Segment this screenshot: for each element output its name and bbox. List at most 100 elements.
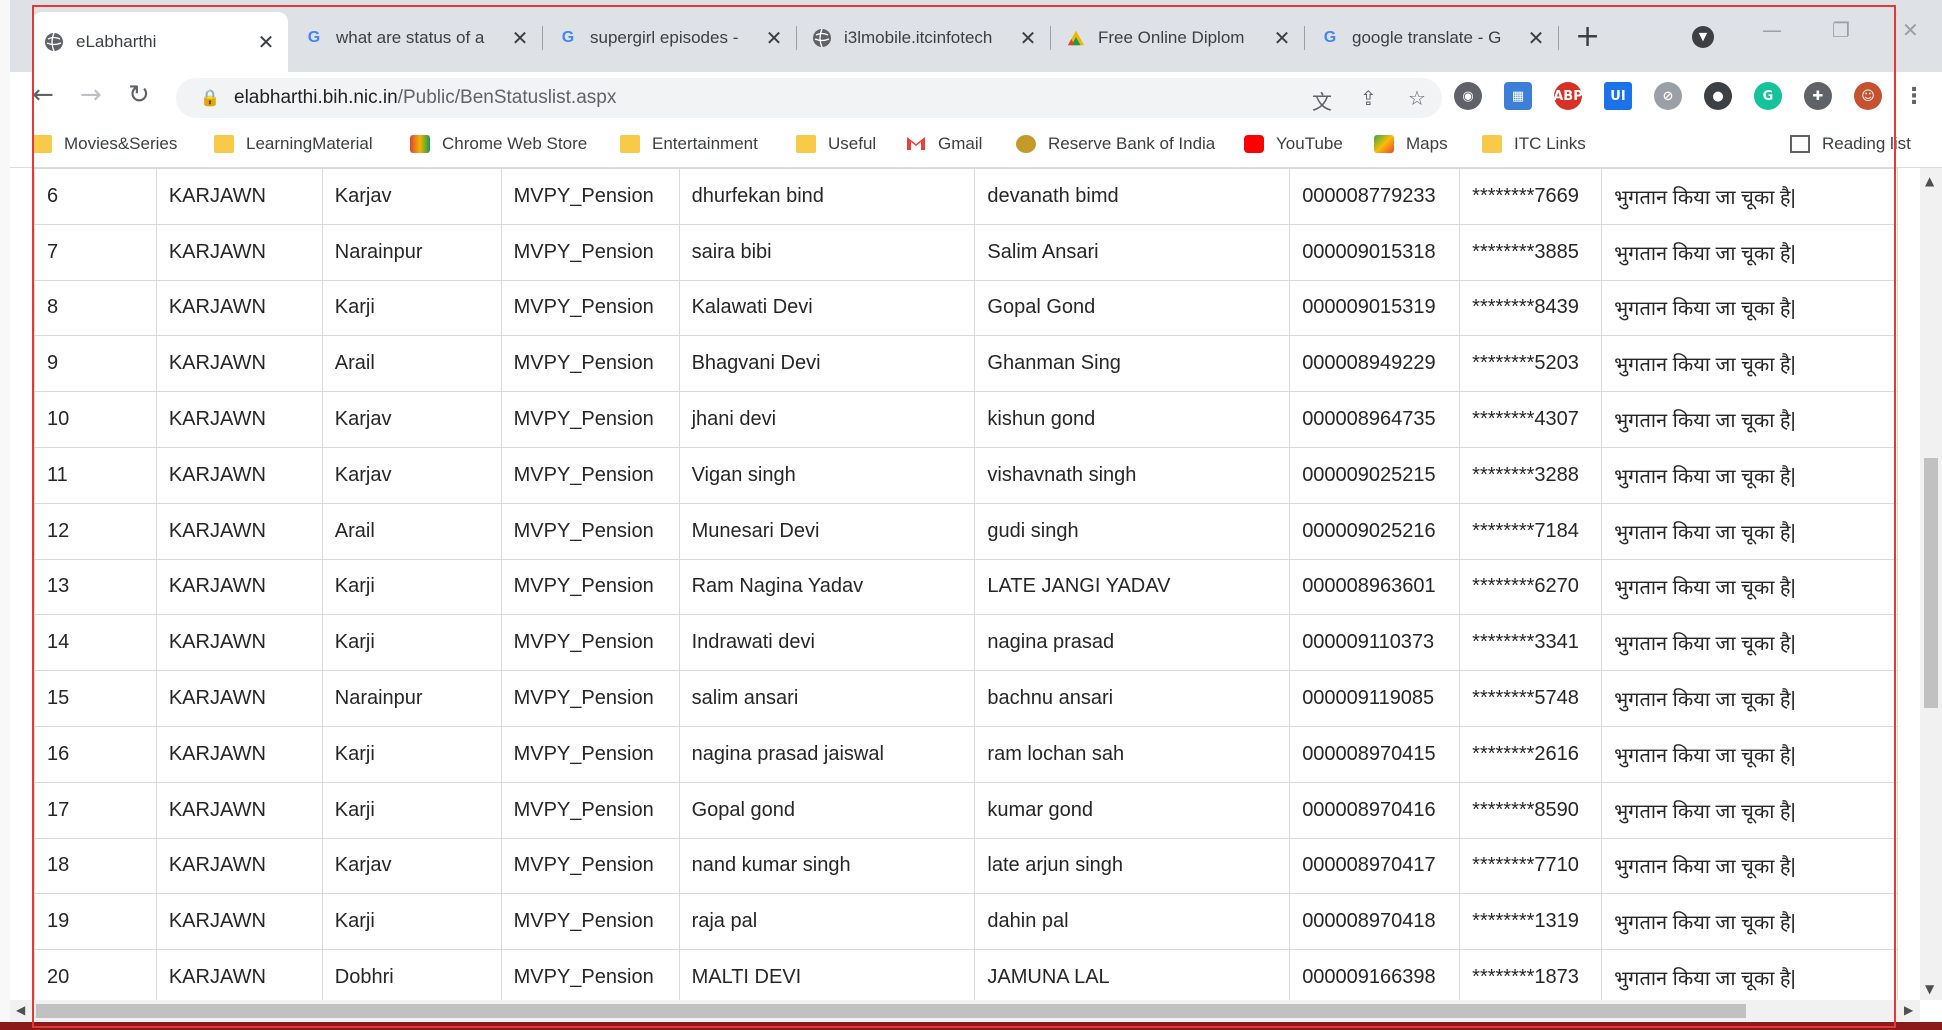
beneficiary-id-cell: 000008779233 bbox=[1289, 168, 1461, 225]
block-cell: KARJAWN bbox=[155, 558, 323, 616]
panchayat-cell: Karjav bbox=[321, 391, 502, 448]
rbi-icon bbox=[1016, 135, 1036, 153]
close-icon[interactable]: ✕ bbox=[510, 26, 530, 51]
panchayat-cell: Narainpur bbox=[321, 670, 502, 727]
horizontal-scrollbar[interactable]: ◀ ▶ bbox=[10, 1000, 1920, 1022]
scheme-cell: MVPY_Pension bbox=[500, 335, 680, 393]
camera-extension-icon[interactable]: ◉ bbox=[1454, 82, 1482, 110]
tab-title: what are status of a bbox=[336, 28, 485, 47]
block-cell: KARJAWN bbox=[155, 446, 323, 504]
vertical-scrollbar[interactable]: ▲ ▼ bbox=[1920, 168, 1942, 1000]
scheme-cell: MVPY_Pension bbox=[500, 614, 680, 672]
payment-status-cell: भुगतान किया जा चूका है| bbox=[1601, 725, 1898, 783]
vertical-scroll-thumb[interactable] bbox=[1924, 458, 1938, 708]
tab-search-button[interactable]: ▼ bbox=[1692, 26, 1714, 48]
bookmark-youtube[interactable]: YouTube bbox=[1244, 134, 1343, 154]
bookmark-chrome-web-store[interactable]: Chrome Web Store bbox=[410, 134, 587, 154]
block-cell: KARJAWN bbox=[155, 223, 323, 281]
tab-i3lmobile[interactable]: i3lmobile.itcinfotech ✕ bbox=[800, 12, 1050, 64]
minimize-button[interactable]: — bbox=[1762, 18, 1782, 42]
bookmark-star-icon[interactable]: ☆ bbox=[1408, 86, 1426, 110]
tab-google-supergirl[interactable]: G supergirl episodes - ✕ bbox=[546, 12, 796, 64]
bookmark-movies-series[interactable]: Movies&Series bbox=[32, 134, 177, 154]
scroll-down-arrow-icon[interactable]: ▼ bbox=[1925, 982, 1934, 996]
bookmark-reserve-bank[interactable]: Reserve Bank of India bbox=[1016, 134, 1215, 154]
payment-status-cell: भुगतान किया जा चूका है| bbox=[1601, 893, 1898, 951]
table-row: 20 KARJAWN Dobhri MVPY_Pension MALTI DEVI JAM… bbox=[34, 949, 1898, 1000]
globe-icon bbox=[812, 28, 832, 48]
tab-google-translate[interactable]: G google translate - G ✕ bbox=[1308, 12, 1558, 64]
tracker-extension-icon[interactable]: ● bbox=[1704, 82, 1732, 110]
row-number-cell: 9 bbox=[34, 335, 157, 393]
block-cell: KARJAWN bbox=[155, 391, 323, 448]
address-bar[interactable]: 🔒 elabharthi.bih.nic.in/Public/BenStatus… bbox=[176, 78, 1442, 118]
window-close-button[interactable]: ✕ bbox=[1902, 18, 1919, 42]
tab-google-status[interactable]: G what are status of a ✕ bbox=[292, 12, 542, 64]
beneficiary-name-cell: saira bibi bbox=[678, 223, 976, 281]
ui-extension-icon[interactable]: UI bbox=[1604, 82, 1632, 110]
beneficiary-name-cell: Ram Nagina Yadav bbox=[678, 558, 976, 616]
tab-title: google translate - G bbox=[1352, 28, 1502, 47]
new-tab-button[interactable]: + bbox=[1575, 22, 1600, 52]
beneficiary-id-cell: 000009166398 bbox=[1289, 949, 1461, 1000]
account-number-cell: ********3288 bbox=[1459, 446, 1603, 504]
puzzle-extensions-icon[interactable]: ✚ bbox=[1804, 82, 1832, 110]
forward-button[interactable]: → bbox=[80, 80, 102, 110]
profile-avatar[interactable]: ☺ bbox=[1854, 82, 1882, 110]
adblock-plus-icon[interactable]: ABP bbox=[1553, 82, 1583, 110]
beneficiary-name-cell: Munesari Devi bbox=[678, 502, 976, 560]
beneficiary-status-table: 6 KARJAWN Karjav MVPY_Pension dhurfekan bind… bbox=[34, 168, 1898, 1000]
bookmark-entertainment[interactable]: Entertainment bbox=[620, 134, 758, 154]
grammarly-icon[interactable]: G bbox=[1754, 82, 1782, 110]
maps-icon bbox=[1374, 135, 1394, 153]
close-icon[interactable]: ✕ bbox=[764, 26, 784, 51]
image-extension-icon[interactable]: ▦ bbox=[1504, 82, 1532, 110]
reading-list-button[interactable]: Reading list bbox=[1790, 134, 1911, 154]
menu-kebab-icon[interactable]: ⋮ bbox=[1900, 82, 1928, 110]
translate-icon[interactable]: 文 bbox=[1312, 86, 1332, 115]
table-row: 15 KARJAWN Narainpur MVPY_Pension salim ansa… bbox=[34, 670, 1898, 727]
bookmark-itc-links[interactable]: ITC Links bbox=[1482, 134, 1586, 154]
scroll-up-arrow-icon[interactable]: ▲ bbox=[1925, 174, 1934, 188]
scroll-right-arrow-icon[interactable]: ▶ bbox=[1904, 1003, 1913, 1017]
bookmark-gmail[interactable]: Gmail bbox=[906, 134, 982, 154]
tab-alison[interactable]: Free Online Diplom ✕ bbox=[1054, 12, 1304, 64]
payment-status-cell: भुगतान किया जा चूका है| bbox=[1601, 279, 1898, 337]
bookmark-learningmaterial[interactable]: LearningMaterial bbox=[214, 134, 373, 154]
close-icon[interactable]: ✕ bbox=[1526, 26, 1546, 51]
horizontal-scroll-thumb[interactable] bbox=[36, 1004, 1746, 1018]
beneficiary-name-cell: nand kumar singh bbox=[678, 837, 976, 895]
payment-status-cell: भुगतान किया जा चूका है| bbox=[1601, 446, 1898, 504]
close-icon[interactable]: ✕ bbox=[1272, 26, 1292, 51]
block-cell: KARJAWN bbox=[155, 279, 323, 337]
close-icon[interactable]: ✕ bbox=[256, 30, 276, 55]
window-edge bbox=[0, 0, 10, 1030]
tab-strip: eLabharthi ✕ G what are status of a ✕ G … bbox=[10, 0, 1942, 72]
payment-status-cell: भुगतान किया जा चूका है| bbox=[1601, 223, 1898, 281]
beneficiary-name-cell: nagina prasad jaiswal bbox=[678, 725, 976, 783]
panchayat-cell: Karji bbox=[321, 725, 502, 783]
share-icon[interactable]: ⇪ bbox=[1360, 86, 1377, 110]
extension-icon[interactable]: ⊘ bbox=[1654, 82, 1682, 110]
tab-elabharthi[interactable]: eLabharthi ✕ bbox=[32, 12, 288, 72]
block-cell: KARJAWN bbox=[155, 335, 323, 393]
restore-button[interactable]: ❐ bbox=[1832, 18, 1850, 42]
block-cell: KARJAWN bbox=[155, 670, 323, 727]
bookmark-label: Movies&Series bbox=[64, 134, 178, 153]
father-husband-name-cell: bachnu ansari bbox=[974, 670, 1291, 727]
bookmark-label: Chrome Web Store bbox=[442, 134, 588, 153]
reload-button[interactable]: ↻ bbox=[128, 80, 150, 110]
scroll-left-arrow-icon[interactable]: ◀ bbox=[16, 1003, 25, 1017]
url-host: elabharthi.bih.nic.in bbox=[234, 87, 398, 108]
payment-status-cell: भुगतान किया जा चूका है| bbox=[1601, 502, 1898, 560]
close-icon[interactable]: ✕ bbox=[1018, 26, 1038, 51]
payment-status-cell: भुगतान किया जा चूका है| bbox=[1601, 558, 1898, 616]
account-number-cell: ********5203 bbox=[1459, 335, 1603, 393]
father-husband-name-cell: nagina prasad bbox=[974, 614, 1291, 672]
account-number-cell: ********6270 bbox=[1459, 558, 1603, 616]
back-button[interactable]: ← bbox=[32, 80, 54, 110]
panchayat-cell: Karji bbox=[321, 279, 502, 337]
bookmark-maps[interactable]: Maps bbox=[1374, 134, 1448, 154]
bookmark-useful[interactable]: Useful bbox=[796, 134, 876, 154]
row-number-cell: 12 bbox=[34, 502, 157, 560]
